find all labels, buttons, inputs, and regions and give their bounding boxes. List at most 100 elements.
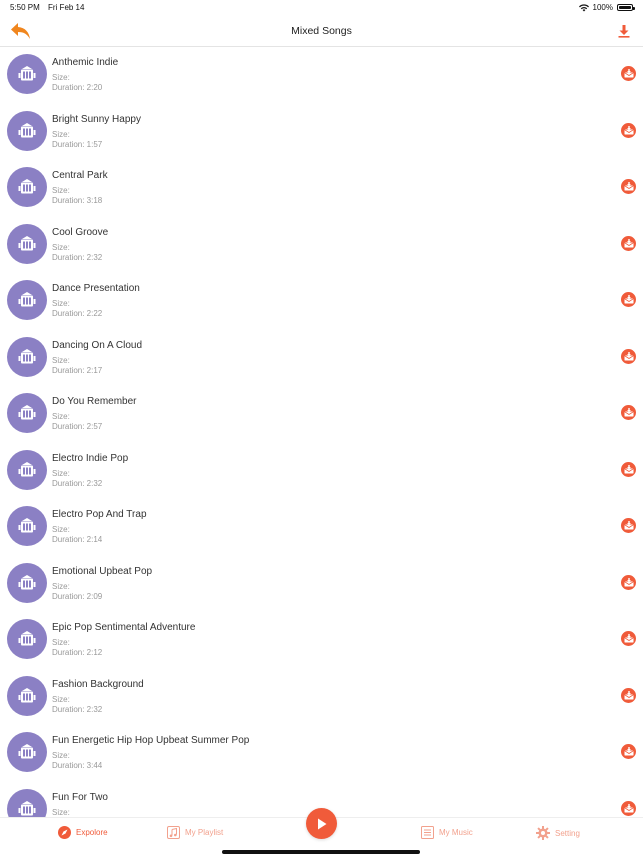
song-row[interactable]: Fashion Background Size: Duration: 2:32 xyxy=(0,669,643,726)
song-row[interactable]: Epic Pop Sentimental Adventure Size: Durat… xyxy=(0,612,643,669)
song-duration: Duration: 2:12 xyxy=(52,648,103,657)
song-thumbnail xyxy=(7,54,47,94)
song-title: Bright Sunny Happy xyxy=(52,113,141,125)
download-envelope-icon xyxy=(623,351,634,360)
song-duration: Duration: 2:32 xyxy=(52,252,103,262)
download-envelope-icon xyxy=(623,521,634,530)
music-box-icon xyxy=(18,461,36,476)
download-envelope-icon xyxy=(623,803,634,812)
song-thumbnail xyxy=(7,619,47,659)
song-title: Emotional Upbeat Pop xyxy=(52,565,153,577)
song-download-button[interactable] xyxy=(621,348,636,364)
song-size: Size: xyxy=(52,355,70,365)
playlist-icon xyxy=(167,826,180,839)
song-duration: Duration: 2:20 xyxy=(52,83,103,92)
song-size: Size: xyxy=(52,242,70,252)
song-thumbnail xyxy=(7,110,47,151)
song-row[interactable]: Anthemic Indie Size: Duration: 2:20 xyxy=(0,47,643,104)
song-title: Central Park xyxy=(52,170,108,181)
song-download-button[interactable] xyxy=(621,122,636,138)
nav-bar: Mixed Songs xyxy=(0,16,643,47)
song-list: Anthemic Indie Size: Duration: 2:20 Bright … xyxy=(0,47,643,817)
music-box-icon xyxy=(18,800,36,815)
download-envelope-icon xyxy=(623,464,634,473)
download-icon[interactable] xyxy=(617,24,631,38)
song-download-button[interactable] xyxy=(621,687,636,703)
play-button[interactable] xyxy=(306,808,337,839)
song-download-button[interactable] xyxy=(621,518,636,533)
tab-label-explore: Expolore xyxy=(76,828,108,837)
list-icon xyxy=(421,826,434,839)
song-size: Size: xyxy=(52,468,70,478)
page-title: Mixed Songs xyxy=(291,25,352,37)
song-size: Size: xyxy=(52,694,70,704)
song-thumbnail xyxy=(7,506,47,546)
music-box-icon xyxy=(18,179,36,194)
tab-explore[interactable]: Expolore xyxy=(58,826,108,839)
song-row[interactable]: Dance Presentation Size: Duration: 2:22 xyxy=(0,273,643,330)
tab-setting[interactable]: Setting xyxy=(536,826,580,840)
music-box-icon xyxy=(18,235,36,250)
status-right: 100% xyxy=(578,3,635,12)
music-box-icon xyxy=(18,405,36,420)
status-date: Fri Feb 14 xyxy=(48,3,85,12)
song-title: Fun For Two xyxy=(52,791,108,803)
download-envelope-icon xyxy=(623,577,634,586)
tab-my-music[interactable]: My Music xyxy=(421,826,473,839)
status-time: 5:50 PM xyxy=(10,3,40,12)
download-envelope-icon xyxy=(623,295,634,304)
song-download-button[interactable] xyxy=(621,292,636,307)
music-box-icon xyxy=(18,631,36,646)
download-envelope-icon xyxy=(623,238,634,247)
tab-label-my-music: My Music xyxy=(439,828,473,837)
play-icon xyxy=(317,818,326,829)
song-row[interactable]: Bright Sunny Happy Size: Duration: 1:57 xyxy=(0,104,643,161)
song-size: Size: xyxy=(52,807,70,817)
song-row[interactable]: Electro Pop And Trap Size: Duration: 2:14 xyxy=(0,499,643,556)
song-thumbnail xyxy=(7,562,47,603)
song-size: Size: xyxy=(52,73,70,82)
song-download-button[interactable] xyxy=(621,66,636,81)
song-duration: Duration: 1:57 xyxy=(52,139,103,149)
music-box-icon xyxy=(18,574,36,589)
song-download-button[interactable] xyxy=(621,461,636,477)
music-box-icon xyxy=(18,122,36,137)
song-title: Cool Groove xyxy=(52,226,109,238)
music-box-icon xyxy=(18,66,36,81)
song-download-button[interactable] xyxy=(621,405,636,420)
music-box-icon xyxy=(18,744,36,759)
song-row[interactable]: Do You Remember Size: Duration: 2:57 xyxy=(0,386,643,443)
tab-label-my-playlist: My Playlist xyxy=(185,828,224,837)
music-box-icon xyxy=(18,348,36,363)
song-title: Electro Indie Pop xyxy=(52,452,129,464)
song-row[interactable]: Electro Indie Pop Size: Duration: 2:32 xyxy=(0,443,643,500)
song-size: Size: xyxy=(52,525,70,534)
song-download-button[interactable] xyxy=(621,744,636,759)
download-envelope-icon xyxy=(623,634,634,643)
tab-my-playlist[interactable]: My Playlist xyxy=(167,826,223,839)
gear-icon xyxy=(536,826,550,840)
music-box-icon xyxy=(18,292,36,307)
song-row[interactable]: Central Park Size: Duration: 3:18 xyxy=(0,160,643,217)
song-duration: Duration: 2:32 xyxy=(52,704,103,714)
status-bar: 5:50 PM Fri Feb 14 100% xyxy=(0,0,643,16)
song-download-button[interactable] xyxy=(621,235,636,251)
song-title: Fun Energetic Hip Hop Upbeat Summer Pop xyxy=(52,735,250,746)
song-size: Size: xyxy=(52,581,70,591)
song-row[interactable]: Emotional Upbeat Pop Size: Duration: 2:09 xyxy=(0,556,643,613)
song-download-button[interactable] xyxy=(621,631,636,646)
song-download-button[interactable] xyxy=(621,574,636,590)
download-envelope-icon xyxy=(623,182,634,191)
battery-percent: 100% xyxy=(592,3,613,12)
song-row[interactable]: Fun Energetic Hip Hop Upbeat Summer Pop S… xyxy=(0,725,643,782)
wifi-icon xyxy=(578,3,589,11)
song-row[interactable]: Cool Groove Size: Duration: 2:32 xyxy=(0,217,643,274)
song-row[interactable]: Dancing On A Cloud Size: Duration: 2:17 xyxy=(0,330,643,387)
song-title: Dance Presentation xyxy=(52,283,140,294)
song-thumbnail xyxy=(7,675,47,716)
song-download-button[interactable] xyxy=(621,179,636,194)
song-title: Do You Remember xyxy=(52,396,137,407)
song-download-button[interactable] xyxy=(621,800,636,816)
song-duration: Duration: 2:32 xyxy=(52,478,103,488)
song-duration: Duration: 2:14 xyxy=(52,535,103,544)
